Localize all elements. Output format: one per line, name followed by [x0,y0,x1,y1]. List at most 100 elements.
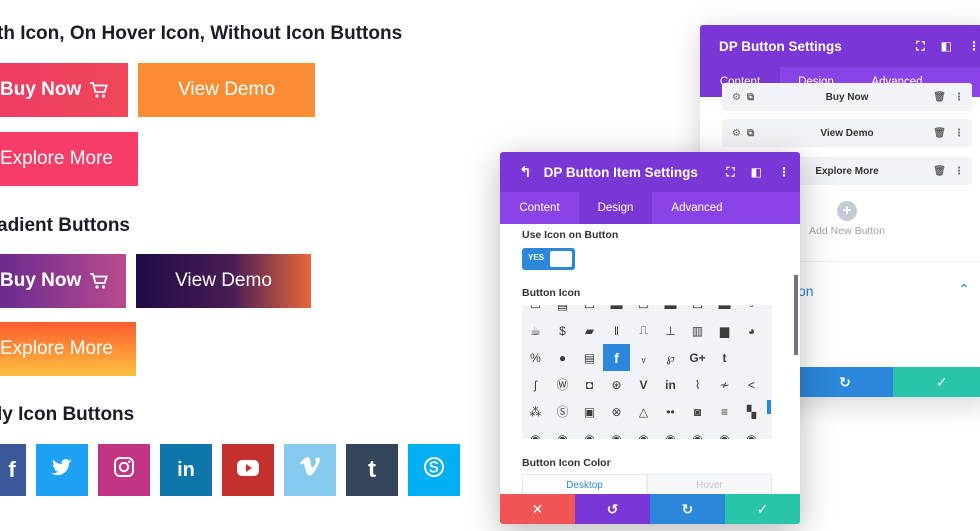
deviantart-icon[interactable]: ≁ [711,371,738,398]
share-icon[interactable]: < [738,371,765,398]
fullscreen-icon[interactable]: ⛶ [916,39,924,54]
myspace-icon[interactable]: ⁂ [522,398,549,425]
skype-button[interactable] [408,444,460,496]
skype-icon[interactable]: Ⓢ [549,398,576,425]
partial-icon[interactable]: ◉ [603,425,630,440]
tab-content[interactable]: Content [500,192,579,224]
save-button[interactable]: ✓ [893,367,980,397]
twitter-button[interactable] [36,444,88,496]
icon-grid-scrollbar[interactable] [767,400,771,414]
button-icon-label: Button Icon [522,287,581,299]
more-icon[interactable]: ⋮ [954,92,964,103]
linkedin-icon[interactable]: in [657,371,684,398]
instagram-button[interactable] [98,444,150,496]
tab-hover[interactable]: Hover [647,474,772,496]
coffee-icon[interactable]: ☕ [522,317,549,344]
wallet-icon[interactable]: ▰ [576,317,603,344]
back-arrow-icon[interactable]: ↰ [519,163,532,181]
list-item-buy-now[interactable]: ⚙ ⧉ Buy Now 🗑 ⋮ [722,83,972,111]
more-options-icon[interactable]: ⋮ [968,39,980,53]
gear-icon[interactable]: ⚙ [732,128,741,139]
gradient-explore-more-label: Explore More [0,338,113,359]
stumbleupon-icon[interactable]: ʃ [522,371,549,398]
google-drive-icon[interactable]: △ [630,398,657,425]
section-toggle[interactable]: on [798,283,814,299]
twitter-icon[interactable]: ᵥ [630,344,657,371]
partial-icon[interactable]: ◉ [630,425,657,440]
tab-design[interactable]: Design [579,192,652,224]
chevron-up-icon[interactable]: ⌃ [958,281,970,298]
flickr-icon[interactable]: •• [657,398,684,425]
redo-button[interactable]: ↻ [796,367,894,397]
trash-icon[interactable]: 🗑 [933,128,946,139]
picassa-icon[interactable]: ⊗ [603,398,630,425]
rss-icon[interactable]: ⌇ [684,371,711,398]
tumblr-button[interactable]: t [346,444,398,496]
blogger-icon[interactable]: ◙ [684,398,711,425]
partial-icon[interactable]: ◉ [522,425,549,440]
clipboard-icon[interactable]: ▤ [576,344,603,371]
google-plus-icon[interactable]: G+ [684,344,711,371]
gradient-buy-now-button[interactable]: Buy Now [0,254,126,308]
partial-icon[interactable]: ◉ [549,425,576,440]
duplicate-icon[interactable]: ⧉ [747,128,754,139]
chart-icon[interactable]: ▥ [684,317,711,344]
youtube-button[interactable] [222,444,274,496]
facebook-button[interactable]: f [0,444,26,496]
partial-icon[interactable]: ◉ [711,425,738,440]
pinterest-icon[interactable]: ℘ [657,344,684,371]
redo-button[interactable]: ↻ [650,494,725,524]
sitemap-icon[interactable]: ⊥ [657,317,684,344]
dribbble-icon[interactable]: ⊛ [603,371,630,398]
gradient-explore-more-button[interactable]: Explore More [0,322,136,376]
gear-icon[interactable]: ⚙ [732,92,741,103]
trash-icon[interactable]: 🗑 [933,166,946,177]
undo-button[interactable]: ↺ [575,494,650,524]
dollar-icon[interactable]: $ [549,317,576,344]
utensils-icon[interactable]: ǁ [603,317,630,344]
delicious-icon[interactable]: ▚ [738,398,765,425]
wordpress-icon[interactable]: Ⓦ [549,371,576,398]
youtube-icon[interactable]: ▣ [576,398,603,425]
explore-more-button[interactable]: Explore More [0,132,138,186]
list-item-view-demo[interactable]: ⚙ ⧉ View Demo 🗑 ⋮ [722,119,972,147]
facebook-icon[interactable]: f [603,344,630,371]
use-icon-toggle[interactable]: YES [522,248,575,270]
vimeo-icon[interactable]: V [630,371,657,398]
spotify-icon[interactable]: ≡ [711,398,738,425]
briefcase-icon[interactable]: ▆ [711,317,738,344]
duplicate-icon[interactable]: ⧉ [747,92,754,103]
partial-icon[interactable]: ◉ [576,425,603,440]
instagram-icon[interactable]: ◘ [576,371,603,398]
split-view-icon[interactable]: ◧ [941,39,952,53]
section-heading-with-icon: th Icon, On Hover Icon, Without Icon But… [0,23,403,44]
view-demo-button[interactable]: View Demo [138,63,315,117]
vimeo-button[interactable] [284,444,336,496]
buy-now-button[interactable]: Buy Now [0,63,128,117]
fullscreen-icon[interactable]: ⛶ [726,165,734,180]
presentation-icon[interactable]: ⎍ [630,317,657,344]
partial-icon[interactable]: ◉ [738,425,765,440]
gradient-view-demo-button[interactable]: View Demo [136,254,311,308]
tumblr-icon[interactable]: t [711,344,738,371]
tab-advanced[interactable]: Advanced [652,192,742,224]
plus-icon: + [837,201,857,221]
save-button[interactable]: ✓ [725,494,800,524]
linkedin-button[interactable]: in [160,444,212,496]
trash-icon[interactable]: 🗑 [933,92,946,103]
add-new-button[interactable]: + Add New Button [800,201,894,237]
split-view-icon[interactable]: ◧ [751,165,762,179]
partial-icon[interactable]: ◉ [657,425,684,440]
cancel-button[interactable]: ✕ [500,494,575,524]
more-icon[interactable]: ⋮ [954,166,964,177]
partial-icon[interactable]: ◉ [684,425,711,440]
panel-scrollbar[interactable] [794,275,798,355]
bulb-icon[interactable]: ● [549,344,576,371]
more-icon[interactable]: ⋮ [954,128,964,139]
gradient-view-demo-label: View Demo [175,270,272,291]
more-options-icon[interactable]: ⋮ [778,165,790,179]
percent-icon[interactable]: % [522,344,549,371]
globe-icon[interactable]: ◕ [738,317,765,344]
instagram-icon [113,456,135,484]
tab-desktop[interactable]: Desktop [522,474,647,496]
